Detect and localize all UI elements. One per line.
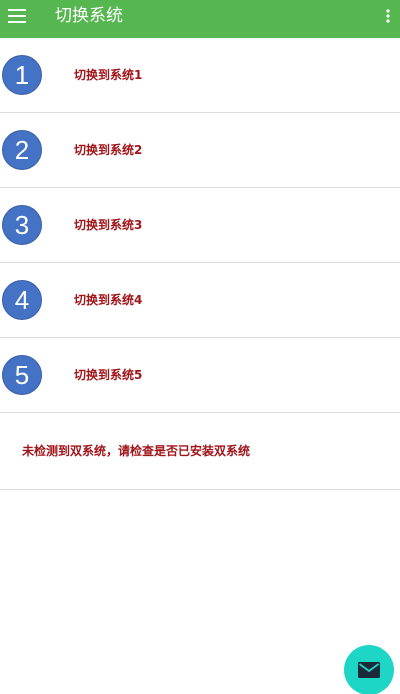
system-row-5[interactable]: 5 切换到系统5 [0,338,400,413]
system-row-2[interactable]: 2 切换到系统2 [0,113,400,188]
system-label: 切换到系统5 [74,368,143,382]
system-row-4[interactable]: 4 切换到系统4 [0,263,400,338]
mail-fab-button[interactable] [344,645,394,694]
system-row-1[interactable]: 1 切换到系统1 [0,38,400,113]
page-title: 切换系统 [55,6,123,26]
system-label: 切换到系统4 [74,293,143,307]
more-options-button[interactable] [378,2,398,30]
number-badge: 4 [2,280,42,320]
menu-button[interactable] [2,2,32,30]
mail-icon [358,662,380,678]
notice-row: 未检测到双系统，请检查是否已安装双系统 [0,413,400,490]
more-vert-icon [386,9,390,23]
menu-icon [8,9,26,23]
app-bar: 切换系统 [0,0,400,38]
number-badge: 3 [2,205,42,245]
system-label: 切换到系统3 [74,218,143,232]
system-list: 1 切换到系统1 2 切换到系统2 3 切换到系统3 4 切换到系统4 5 切换… [0,38,400,490]
system-label: 切换到系统2 [74,143,143,157]
number-badge: 5 [2,355,42,395]
system-row-3[interactable]: 3 切换到系统3 [0,188,400,263]
dual-system-notice: 未检测到双系统，请检查是否已安装双系统 [22,444,251,458]
screen: 切换系统 1 切换到系统1 2 切换到系统2 3 切换到系统3 4 切换到系统4… [0,0,400,694]
number-badge: 1 [2,55,42,95]
system-label: 切换到系统1 [74,68,143,82]
number-badge: 2 [2,130,42,170]
